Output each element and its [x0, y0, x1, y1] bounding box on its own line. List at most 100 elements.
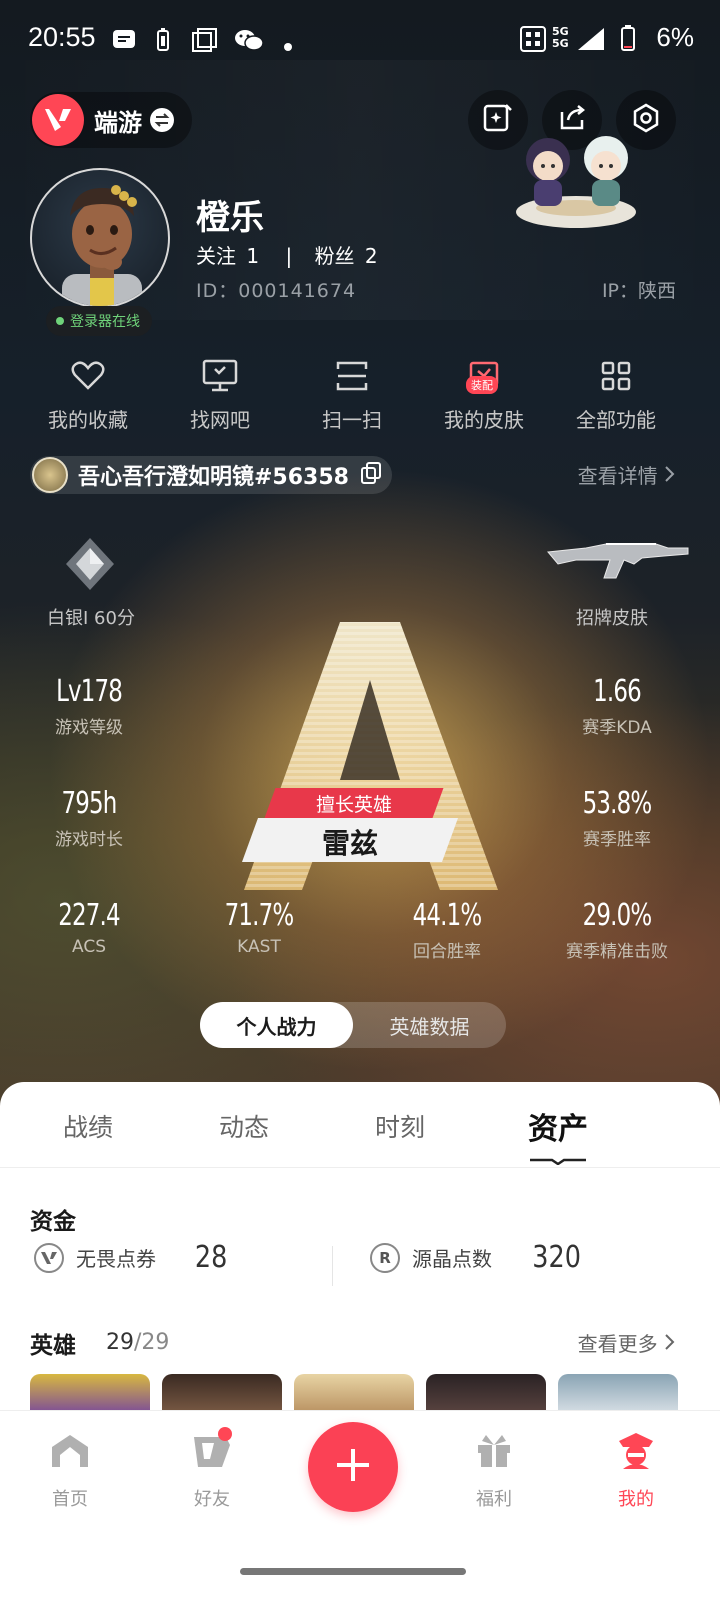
tab-records[interactable]: 战绩 [28, 1108, 148, 1144]
feature-favorites[interactable]: 我的收藏 [18, 356, 158, 433]
tab-moments[interactable]: 时刻 [340, 1108, 460, 1144]
plus-icon [333, 1445, 373, 1489]
best-hero-name[interactable]: 雷兹 [250, 822, 450, 862]
hero-thumbnail[interactable] [30, 1374, 150, 1414]
home-indicator[interactable] [240, 1568, 466, 1575]
user-ip-location: IP：陕西 [601, 280, 676, 302]
follow-label[interactable]: 关注 [196, 244, 236, 268]
create-post-button[interactable] [308, 1422, 398, 1512]
stat-round-winrate: 44.1% 回合胜率 [372, 898, 522, 962]
stat-label: 游戏时长 [55, 830, 123, 850]
friends-icon [172, 1427, 252, 1473]
hero-thumbnail[interactable] [426, 1374, 546, 1414]
riot-id-chip[interactable]: 吾心吾行澄如明镜#56358 [30, 456, 392, 494]
feature-my-skins[interactable]: 装配 我的皮肤 [414, 356, 554, 433]
heroes-owned: 29 [106, 1330, 134, 1355]
skin-icon: 装配 [414, 356, 554, 396]
signature-skin-label: 招牌皮肤 [576, 608, 648, 629]
battery-percent: 6% [656, 22, 694, 52]
username: 橙乐 [196, 198, 264, 238]
feature-find-cafe[interactable]: 找网吧 [150, 356, 290, 433]
rank-emblem-icon[interactable] [62, 536, 118, 592]
feature-scan[interactable]: 扫一扫 [282, 356, 422, 433]
message-notification-icon [112, 28, 136, 54]
stat-value: 44.1% [412, 898, 482, 933]
chevron-right-icon [664, 1332, 676, 1356]
tab-bar: 战绩 动态 时刻 资产 [0, 1082, 720, 1168]
stat-value: Lv178 [56, 674, 123, 709]
grid-icon [546, 356, 686, 396]
user-id: ID：000141674 [196, 280, 357, 302]
scan-icon [282, 356, 422, 396]
see-more-heroes-link[interactable]: 查看更多 [578, 1328, 676, 1357]
feature-row: 我的收藏 找网吧 扫一扫 装配 我的皮肤 全部功能 [0, 356, 720, 436]
feature-label: 找网吧 [190, 408, 250, 432]
swap-icon [150, 108, 174, 132]
battery-saver-icon [156, 28, 170, 56]
stat-value: 795h [61, 786, 118, 821]
nav-label: 首页 [52, 1489, 88, 1510]
battery-icon [620, 24, 636, 56]
fans-label[interactable]: 粉丝 [315, 244, 355, 268]
tab-activity[interactable]: 动态 [184, 1108, 304, 1144]
game-switch-button[interactable]: 端游 [30, 92, 192, 148]
home-icon [30, 1429, 110, 1473]
status-time: 20:55 [28, 22, 96, 52]
stat-value: 29.0% [582, 898, 652, 933]
stat-label: ACS [72, 937, 106, 957]
hero-thumbnail[interactable] [558, 1374, 678, 1414]
wechat-icon [234, 28, 264, 56]
nfc-icon [520, 26, 546, 56]
stat-label: 赛季KDA [582, 718, 652, 738]
follow-count[interactable]: 1 [246, 244, 259, 268]
hero-thumbnail[interactable] [162, 1374, 282, 1414]
feature-label: 我的收藏 [48, 408, 128, 432]
nav-mine[interactable]: 我的 [596, 1429, 676, 1511]
nav-benefits[interactable]: 福利 [454, 1429, 534, 1511]
fund-value: 28 [194, 1240, 228, 1275]
rank-label: 白银I 60分 [47, 608, 135, 629]
network-type: 5G 5G [552, 25, 569, 50]
feature-all-functions[interactable]: 全部功能 [546, 356, 686, 433]
feature-label: 全部功能 [576, 408, 656, 432]
stats-view-toggle: 个人战力 英雄数据 [200, 1002, 506, 1048]
signature-skin-weapon[interactable] [546, 538, 690, 590]
nav-label: 我的 [618, 1489, 654, 1510]
online-dot-icon [56, 317, 64, 325]
skin-equip-badge: 装配 [466, 376, 498, 394]
fund-rp: R 源晶点数 320 [370, 1240, 585, 1275]
stat-playtime: 795h 游戏时长 [14, 786, 164, 850]
stat-value: 53.8% [582, 786, 652, 821]
stat-value: 227.4 [58, 898, 120, 933]
avatar[interactable] [30, 168, 170, 308]
toggle-personal-power[interactable]: 个人战力 [200, 1002, 353, 1048]
hero-thumbnail[interactable] [294, 1374, 414, 1414]
stat-label: 回合胜率 [413, 942, 481, 962]
follow-separator: | [285, 244, 293, 268]
stat-acs: 227.4 ACS [14, 898, 164, 957]
radianite-points-icon: R [370, 1242, 400, 1273]
view-details-link[interactable]: 查看详情 [578, 460, 676, 489]
notification-dot [218, 1427, 232, 1441]
stat-value: 71.7% [224, 898, 294, 933]
riot-id-name: 吾心吾行澄如明镜#56358 [78, 465, 349, 490]
toggle-hero-data[interactable]: 英雄数据 [353, 1002, 506, 1048]
stat-season-winrate: 53.8% 赛季胜率 [542, 786, 692, 850]
heroes-count: 29/29 [106, 1330, 169, 1355]
feature-label: 扫一扫 [322, 408, 382, 432]
fans-count[interactable]: 2 [365, 244, 378, 268]
view-details-label: 查看详情 [577, 464, 658, 488]
copy-icon[interactable] [360, 462, 381, 488]
stat-value: 1.66 [593, 674, 642, 709]
status-bar: 20:55 5G 5G 6% [0, 0, 720, 80]
see-more-label: 查看更多 [577, 1332, 658, 1356]
fund-vp: 无畏点券 28 [34, 1240, 230, 1275]
nav-friends[interactable]: 好友 [172, 1427, 252, 1511]
follow-stats: 关注 1 | 粉丝 2 [196, 240, 382, 269]
sparkle-edit-icon [482, 102, 514, 138]
stat-label: 赛季精准击败 [566, 942, 668, 962]
tab-assets[interactable]: 资产 [498, 1104, 618, 1148]
stat-label: 赛季胜率 [583, 830, 651, 850]
nav-home[interactable]: 首页 [30, 1429, 110, 1511]
fund-divider [332, 1246, 333, 1286]
